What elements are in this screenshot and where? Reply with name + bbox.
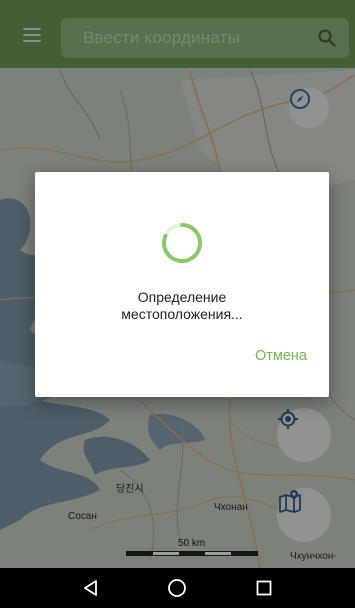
back-triangle-icon	[84, 580, 98, 596]
app-screen: 당진시 Сосан Чхонан Чхунчхон- 50 km Ввести …	[0, 0, 355, 608]
home-circle-icon	[168, 579, 187, 597]
home-button[interactable]	[159, 570, 195, 606]
back-button[interactable]	[73, 570, 109, 606]
dialog-message-line1: Определение	[137, 289, 227, 305]
cancel-button[interactable]: Отмена	[255, 348, 307, 364]
dialog-message: Определение местоположения...	[35, 289, 329, 323]
dialog-message-line2: местоположения...	[121, 306, 243, 322]
recents-square-icon	[256, 580, 272, 596]
loading-spinner-icon	[162, 223, 202, 263]
recents-button[interactable]	[246, 570, 282, 606]
locating-dialog: Определение местоположения... Отмена	[35, 172, 329, 397]
system-navigation-bar	[0, 568, 355, 608]
